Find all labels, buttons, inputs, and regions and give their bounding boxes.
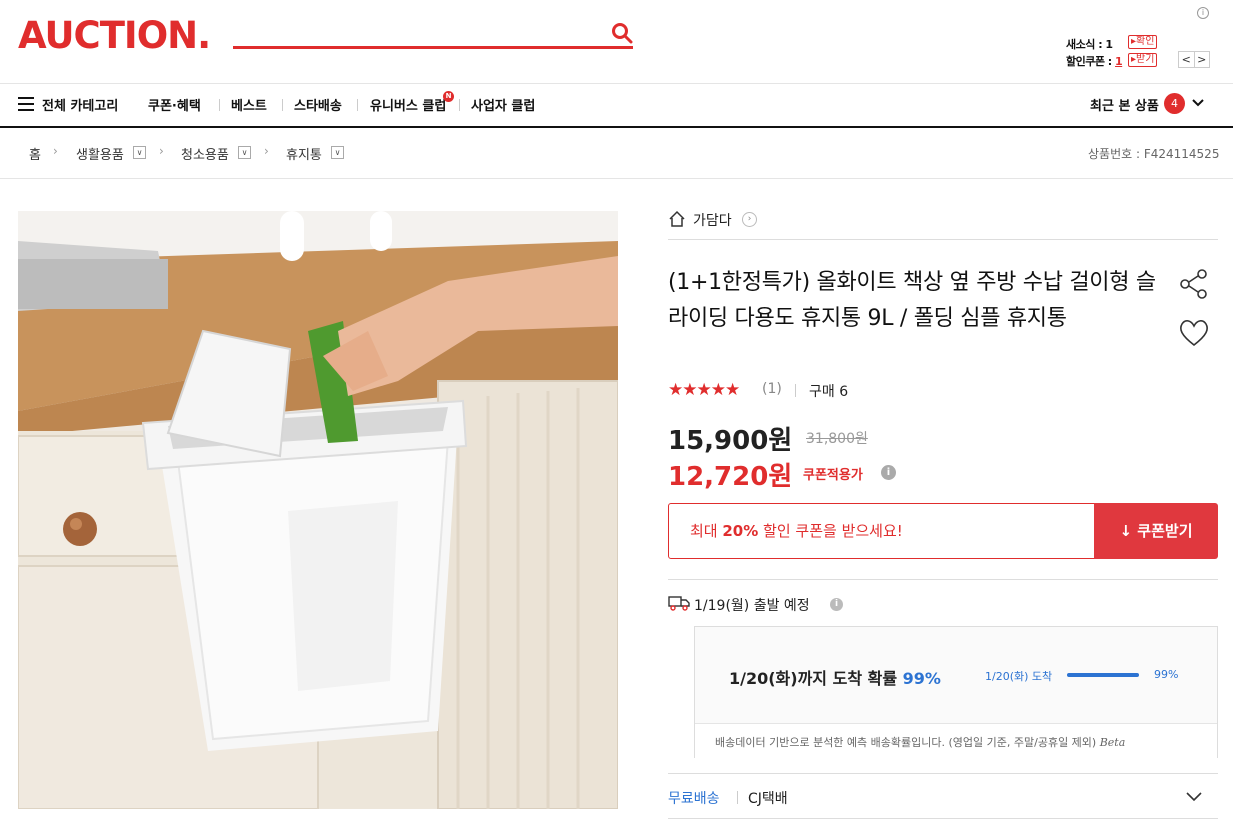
main-nav: 전체 카테고리 쿠폰·혜택 베스트 스타배송 유니버스 클럽 N 사업자 클럽 … <box>0 84 1233 128</box>
nav-coupon-benefit[interactable]: 쿠폰·혜택 <box>148 95 201 114</box>
recent-count-badge: 4 <box>1164 93 1185 114</box>
chevron-right-icon[interactable]: › <box>742 212 757 227</box>
my-news: 새소식 : 1 <box>1066 36 1113 52</box>
probability-bar <box>1067 673 1139 677</box>
nav-star-delivery[interactable]: 스타배송 <box>294 95 342 114</box>
prev-arrow-button[interactable]: < <box>1179 52 1195 67</box>
arrival-probability: 1/20(화)까지 도착 확률 99% <box>729 665 941 689</box>
my-coupon: 할인쿠폰 : 1 <box>1066 53 1123 69</box>
arrival-text: 1/20(화)까지 도착 확률 <box>729 669 903 688</box>
all-category-button[interactable]: 전체 카테고리 <box>42 95 118 114</box>
dropdown-icon[interactable]: ∨ <box>238 146 251 159</box>
free-shipping: 무료배송 <box>668 791 720 807</box>
receive-button[interactable]: ▸받기 <box>1128 53 1158 67</box>
my-news-count: 1 <box>1105 38 1113 51</box>
coupon-price-label: 쿠폰적용가 <box>803 468 863 483</box>
delivery-note: 배송데이터 기반으로 분석한 예측 배송확률입니다. (영업일 기준, 주말/공… <box>695 723 1217 758</box>
top-header: AUCTION. i 새소식 : 1 할인쿠폰 : 1 ▸확인 ▸받기 < > <box>0 0 1233 84</box>
breadcrumb: 홈 › 생활용품 ∨ › 청소용품 ∨ › 휴지통 ∨ 상품번호 : F4241… <box>0 130 1233 179</box>
divider <box>668 239 1218 240</box>
product-id: 상품번호 : F424114525 <box>1088 147 1220 161</box>
purchase-count: 구매 6 <box>809 384 849 400</box>
next-arrow-button[interactable]: > <box>1195 52 1210 67</box>
get-coupon-button[interactable]: ↓ 쿠폰받기 <box>1094 503 1218 559</box>
coupon-discount-pct: 20% <box>722 522 759 540</box>
product-image[interactable] <box>18 211 618 809</box>
divider <box>668 818 1218 819</box>
rating-stars: ★★★★★ <box>668 380 740 400</box>
nav-divider <box>282 99 283 111</box>
my-coupon-count[interactable]: 1 <box>1115 55 1123 68</box>
breadcrumb-home[interactable]: 홈 <box>29 144 41 163</box>
beta-label: Beta <box>1099 736 1126 749</box>
menu-icon[interactable] <box>18 97 34 111</box>
coupon-msg-prefix: 최대 <box>690 522 723 540</box>
breadcrumb-level1[interactable]: 생활용품 <box>76 144 124 163</box>
breadcrumb-level3[interactable]: 휴지통 <box>286 144 322 163</box>
nav-divider <box>219 99 220 111</box>
truck-icon <box>668 596 690 611</box>
divider <box>668 773 1218 774</box>
carrier-name: CJ택배 <box>748 791 788 807</box>
nav-universe-club[interactable]: 유니버스 클럽 <box>370 95 446 114</box>
divider <box>737 791 738 804</box>
nav-best[interactable]: 베스트 <box>231 95 267 114</box>
dropdown-icon[interactable]: ∨ <box>331 146 344 159</box>
breadcrumb-separator: › <box>53 144 58 158</box>
rolling-arrows: < > <box>1178 51 1210 68</box>
arrival-pct: 99% <box>902 669 941 688</box>
coupon-price: 12,720원 <box>668 462 793 492</box>
nav-business-club[interactable]: 사업자 클럽 <box>471 95 535 114</box>
share-icon[interactable] <box>1178 268 1210 300</box>
dropdown-icon[interactable]: ∨ <box>133 146 146 159</box>
my-coupon-label: 할인쿠폰 : <box>1066 55 1116 68</box>
divider <box>795 384 796 397</box>
coupon-message: 최대 20% 할인 쿠폰을 받으세요! <box>668 503 1095 559</box>
bar-percent: 99% <box>1154 668 1179 681</box>
breadcrumb-separator: › <box>264 144 269 158</box>
store-name-link[interactable]: 가담다 <box>693 210 732 230</box>
info-icon[interactable]: i <box>830 598 843 611</box>
wishlist-heart-icon[interactable] <box>1177 317 1211 349</box>
chevron-down-icon[interactable] <box>1185 790 1203 802</box>
bar-label: 1/20(화) 도착 <box>985 670 1053 683</box>
new-badge: N <box>443 91 454 102</box>
auction-logo[interactable]: AUCTION. <box>18 16 211 56</box>
original-price: 31,800원 <box>806 431 868 447</box>
product-title: (1+1한정특가) 올화이트 책상 옆 주방 수납 걸이형 슬라이딩 다용도 휴… <box>668 270 1156 331</box>
breadcrumb-separator: › <box>159 144 164 158</box>
confirm-button[interactable]: ▸확인 <box>1128 35 1158 49</box>
my-news-label: 새소식 : <box>1066 38 1106 51</box>
home-icon <box>669 210 685 227</box>
departure-date: 1/19(월) 출발 예정 <box>694 598 810 614</box>
breadcrumb-level2[interactable]: 청소용품 <box>181 144 229 163</box>
delivery-note-text: 배송데이터 기반으로 분석한 예측 배송확률입니다. (영업일 기준, 주말/공… <box>715 736 1100 749</box>
nav-divider <box>357 99 358 111</box>
sale-price: 15,900원 <box>668 426 793 456</box>
info-icon[interactable]: i <box>1197 7 1209 19</box>
divider <box>668 579 1218 580</box>
review-count-link[interactable]: (1) <box>762 381 782 397</box>
chevron-down-icon[interactable] <box>1191 97 1205 109</box>
search-input[interactable] <box>233 46 633 49</box>
recent-viewed-button[interactable]: 최근 본 상품 <box>1090 95 1159 114</box>
coupon-msg-suffix: 할인 쿠폰을 받으세요! <box>758 522 903 540</box>
nav-divider <box>459 99 460 111</box>
info-icon[interactable]: i <box>881 465 896 480</box>
search-icon[interactable] <box>611 22 633 44</box>
delivery-probability-box: 1/20(화)까지 도착 확률 99% 1/20(화) 도착 99% 배송데이터… <box>694 626 1218 758</box>
